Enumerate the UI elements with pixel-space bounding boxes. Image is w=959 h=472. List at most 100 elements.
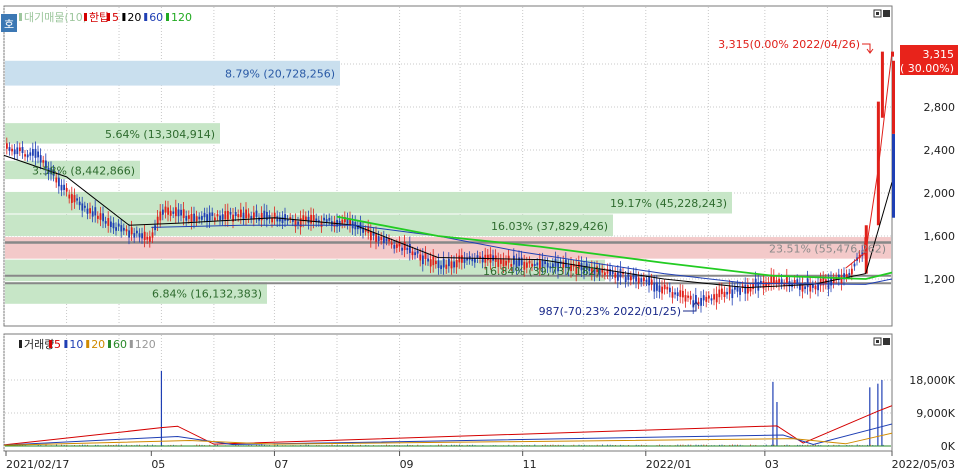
candle-body (42, 160, 45, 163)
candle-body (263, 210, 266, 219)
candle-body (455, 260, 458, 268)
candle-body (375, 233, 377, 243)
candle-body (328, 217, 331, 221)
candle-body (648, 276, 650, 286)
candle-body (8, 147, 11, 151)
candle-body (656, 282, 658, 291)
supply-zone-bar (5, 237, 891, 259)
price-tick-label: 2,400 (924, 144, 956, 157)
candle-body (427, 258, 429, 262)
price-tick-label: 2,800 (924, 101, 956, 114)
candle-body (102, 213, 104, 222)
candle-body (29, 152, 32, 156)
candle-body (97, 215, 99, 219)
candle-body (853, 263, 856, 267)
candle-body (333, 221, 336, 227)
candle-body (775, 280, 778, 284)
current-change: ( 30.00%) (900, 62, 954, 75)
candle-body (419, 254, 422, 261)
candle-body (450, 261, 453, 269)
volume-pane[interactable] (3, 333, 893, 452)
price-tick-label: 2,000 (924, 187, 956, 200)
date-tick-label: 11 (523, 458, 537, 471)
candle-body (190, 213, 193, 223)
candle-body (172, 211, 175, 214)
candle-body (721, 288, 723, 295)
candle-body (167, 207, 169, 215)
candle-body (143, 231, 146, 241)
candle-body (752, 284, 754, 290)
candle-body (266, 211, 268, 221)
candle-body (744, 284, 747, 294)
candle-body (437, 260, 440, 268)
candle-body (762, 281, 765, 289)
candle-body (276, 216, 279, 222)
legend-label: 한탑 (89, 11, 109, 24)
candle-body (195, 216, 198, 222)
candle-body (71, 194, 73, 203)
legend-label: 5 (54, 338, 61, 351)
candle-body (796, 279, 799, 284)
candle-body (84, 205, 86, 208)
stock-chart[interactable]: 8.79% (20,728,256) 5.64% (13,304,914) 3.58… (0, 0, 959, 472)
legend-label: 120 (135, 338, 156, 351)
candle-body (206, 214, 208, 222)
candle-body (671, 292, 674, 298)
supply-zone-label: 23.51% (55,476,262) (769, 242, 886, 255)
candle-body (544, 261, 546, 265)
candle-body (448, 258, 450, 267)
candle-body (26, 154, 29, 158)
candle-body (37, 151, 39, 158)
candle-body (16, 147, 19, 155)
candle-body (208, 212, 211, 221)
candle-body (104, 221, 107, 224)
candle-body (713, 294, 715, 300)
candle-body (65, 188, 68, 192)
candle-body (661, 286, 663, 294)
candle-body (312, 215, 315, 222)
legend-label: 5 (112, 11, 119, 24)
candle-body (682, 290, 684, 298)
candle-body (650, 279, 653, 285)
candle-body (198, 216, 201, 220)
candle-body (453, 261, 455, 268)
candle-body (458, 255, 461, 263)
legend-swatch (144, 13, 148, 21)
candle-body (156, 216, 159, 225)
candle-body (851, 268, 853, 275)
legend-label: 120 (171, 11, 192, 24)
candle-body (734, 287, 736, 290)
supply-zone-label: 3.58% (8,442,866) (32, 164, 135, 177)
candle-body (107, 218, 110, 226)
candle-body (325, 219, 328, 223)
candle-body (175, 207, 177, 217)
candle-body (78, 201, 81, 206)
candle-body (416, 250, 419, 254)
candle-body (224, 211, 227, 220)
candle-body (429, 259, 432, 267)
supply-zone-label: 16.03% (37,829,426) (491, 220, 608, 233)
close-icon[interactable] (883, 338, 890, 345)
candle-body (619, 268, 622, 278)
legend-swatch (122, 13, 126, 21)
candle-body (393, 244, 396, 249)
candle-body (110, 221, 112, 227)
legend-label: 대기매물(10) (24, 11, 87, 24)
candle-body (310, 214, 312, 224)
current-price: 3,315 (923, 48, 955, 61)
candle-body (221, 214, 224, 220)
legend-label: 10 (69, 338, 83, 351)
candle-body (138, 233, 141, 238)
candle-body (201, 216, 203, 220)
candle-body (94, 207, 97, 216)
supply-zone-label: 8.79% (20,728,256) (225, 68, 335, 81)
candle-body (424, 252, 427, 260)
price-tick-label: 1,600 (924, 230, 956, 243)
candle-body (130, 227, 133, 235)
candle-body (120, 225, 123, 232)
volume-tick-label: 18,000K (909, 374, 955, 387)
date-tick-label: 2022/05/03 (892, 458, 955, 471)
close-icon[interactable] (883, 10, 890, 17)
high-annotation: 3,315(0.00% 2022/04/26) (718, 38, 860, 51)
candle-body (377, 236, 380, 242)
